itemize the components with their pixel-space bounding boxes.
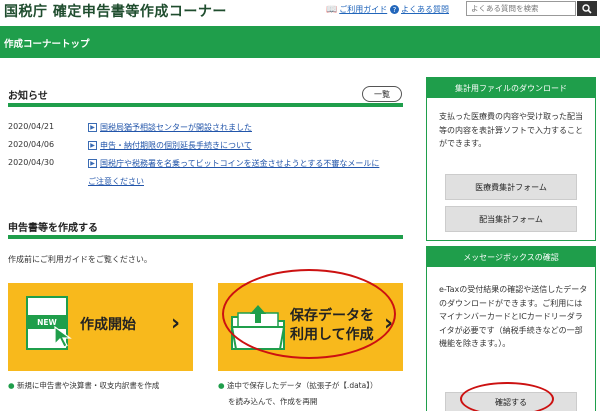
arrow-right-icon: ▶ xyxy=(88,141,97,150)
download-panel-text: 支払った医療費の内容や受け取った配当等の内容を表計算ソフトで入力することができま… xyxy=(439,112,583,148)
search-input[interactable] xyxy=(466,1,576,16)
load-saved-note-line2: を読み込んで、作成を再開 xyxy=(228,397,318,406)
bullet-icon: ● xyxy=(8,381,15,390)
medical-form-button[interactable]: 医療費集計フォーム xyxy=(445,174,577,200)
bullet-icon: ● xyxy=(218,381,225,390)
site-title[interactable]: 国税庁 確定申告書等作成コーナー xyxy=(4,1,227,21)
search-button[interactable] xyxy=(577,1,597,16)
message-box-text: e-Taxの受付結果の確認や送信したデータのダウンロードができます。ご利用にはマ… xyxy=(439,285,588,348)
notice-link[interactable]: 国税局猶予相談センターが開設されました xyxy=(100,122,252,133)
start-new-label: 作成開始 xyxy=(80,317,136,333)
dividend-form-button[interactable]: 配当集計フォーム xyxy=(445,206,577,232)
faq-link-label[interactable]: よくある質問 xyxy=(401,4,449,15)
notice-item[interactable]: 2020/04/21 ▶ 国税局猶予相談センターが開設されました xyxy=(8,122,252,133)
breadcrumb-bar: 作成コーナートップ xyxy=(0,26,600,58)
message-box-title: メッセージボックスの確認 xyxy=(427,247,595,267)
notice-date: 2020/04/06 xyxy=(8,140,55,149)
arrow-right-icon: ▶ xyxy=(88,159,97,168)
start-new-note: ● 新規に申告書や決算書・収支内訳書を作成 xyxy=(8,380,159,391)
guide-link[interactable]: 📖 ご利用ガイド xyxy=(326,4,387,15)
notice-item[interactable]: 2020/04/30 ▶ 国税庁や税務署を名乗ってビットコインを送金させようとす… xyxy=(8,158,379,169)
notice-link[interactable]: 国税庁や税務署を名乗ってビットコインを送金させようとする不審なメールに xyxy=(100,158,379,169)
download-panel-title: 集計用ファイルのダウンロード xyxy=(427,78,595,98)
notice-date: 2020/04/30 xyxy=(8,158,55,167)
notice-link[interactable]: 申告・納付期限の個別延長手続きについて xyxy=(100,140,252,151)
faq-link[interactable]: ? よくある質問 xyxy=(390,4,449,15)
download-panel: 集計用ファイルのダウンロード 支払った医療費の内容や受け取った配当等の内容を表計… xyxy=(426,77,596,241)
cursor-icon xyxy=(54,325,72,348)
create-section-title: 申告書等を作成する xyxy=(8,223,98,234)
load-saved-note: ● 途中で保存したデータ（拡張子が【.data】） xyxy=(218,380,377,391)
load-saved-note-line1: 途中で保存したデータ（拡張子が【.data】） xyxy=(226,381,378,390)
notice-link-continued[interactable]: ご注意ください xyxy=(88,176,144,187)
create-intro: 作成前にご利用ガイドをご覧ください。 xyxy=(8,255,152,264)
new-document-icon: NEW xyxy=(26,296,72,350)
highlight-ring xyxy=(460,382,554,411)
start-new-note-text: 新規に申告書や決算書・収支内訳書を作成 xyxy=(16,381,160,390)
guide-link-label[interactable]: ご利用ガイド xyxy=(339,4,387,15)
book-icon: 📖 xyxy=(326,4,338,15)
highlight-ring xyxy=(222,269,396,359)
start-new-button[interactable]: NEW 作成開始 › xyxy=(8,283,193,371)
notice-item[interactable]: 2020/04/06 ▶ 申告・納付期限の個別延長手続きについて xyxy=(8,140,252,151)
create-underline xyxy=(8,235,403,239)
notices-underline xyxy=(8,103,403,107)
header: 国税庁 確定申告書等作成コーナー 📖 ご利用ガイド ? よくある質問 xyxy=(0,0,600,20)
arrow-right-icon: ▶ xyxy=(88,123,97,132)
notices-list-button[interactable]: 一覧 xyxy=(362,86,402,102)
question-icon: ? xyxy=(390,5,399,14)
notice-date: 2020/04/21 xyxy=(8,122,55,131)
search-icon xyxy=(582,3,592,14)
chevron-right-icon: › xyxy=(171,311,181,336)
notices-title: お知らせ xyxy=(8,91,48,102)
page-title: 作成コーナートップ xyxy=(4,39,90,50)
